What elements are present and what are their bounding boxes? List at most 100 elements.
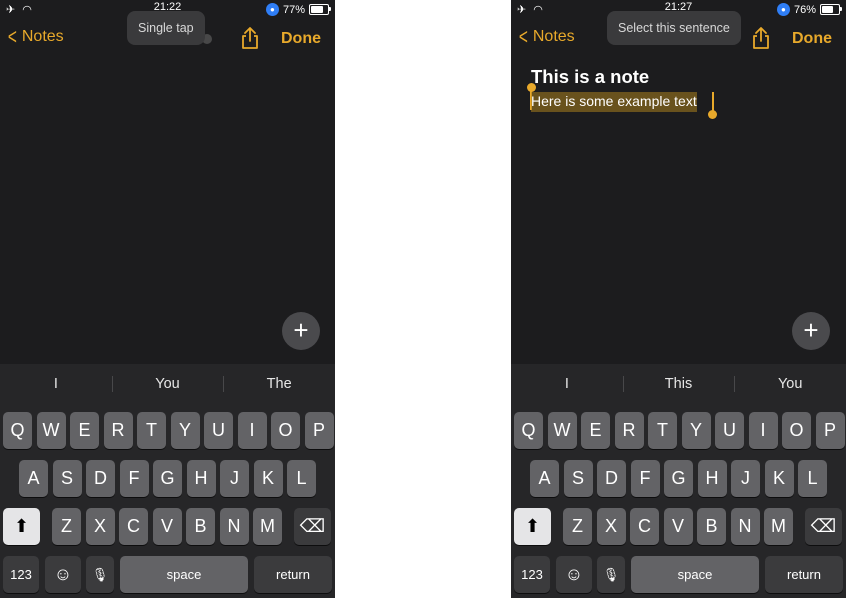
- key-s[interactable]: S: [563, 460, 593, 497]
- key-u[interactable]: U: [715, 412, 744, 449]
- space-key[interactable]: space: [631, 556, 759, 593]
- done-button[interactable]: Done: [281, 30, 321, 48]
- key-n[interactable]: N: [730, 508, 760, 545]
- suggestion[interactable]: I: [511, 372, 623, 396]
- mic-key[interactable]: 🎙: [86, 556, 114, 593]
- selection-end-handle[interactable]: [707, 110, 717, 119]
- key-o[interactable]: O: [782, 412, 811, 449]
- share-icon[interactable]: [240, 26, 260, 50]
- battery-percent: 76%: [793, 3, 816, 16]
- key-h[interactable]: H: [697, 460, 727, 497]
- done-button[interactable]: Done: [792, 30, 832, 48]
- phone-screen-left: ✈ ◠ 21:22 ● 77% < Notes Done Single tap …: [0, 0, 335, 598]
- key-d[interactable]: D: [86, 460, 115, 497]
- space-key[interactable]: space: [120, 556, 248, 593]
- numbers-key[interactable]: 123: [3, 556, 39, 593]
- return-key[interactable]: return: [765, 556, 843, 593]
- shift-key[interactable]: ⬆: [3, 508, 40, 545]
- key-m[interactable]: M: [764, 508, 793, 545]
- suggestion[interactable]: This: [622, 372, 735, 396]
- key-t[interactable]: T: [137, 412, 166, 449]
- key-v[interactable]: V: [152, 508, 182, 545]
- key-h[interactable]: H: [186, 460, 216, 497]
- suggestion[interactable]: You: [734, 372, 846, 396]
- key-e[interactable]: E: [70, 412, 99, 449]
- delete-icon: ⌫: [810, 516, 837, 536]
- key-n[interactable]: N: [219, 508, 249, 545]
- key-v[interactable]: V: [663, 508, 693, 545]
- key-y[interactable]: Y: [170, 412, 200, 449]
- mic-icon: ●: [776, 3, 790, 16]
- key-l[interactable]: L: [798, 460, 827, 497]
- suggestion[interactable]: I: [0, 372, 112, 396]
- key-f[interactable]: F: [119, 460, 149, 497]
- key-s[interactable]: S: [52, 460, 82, 497]
- back-label: Notes: [21, 28, 64, 45]
- key-i[interactable]: I: [237, 412, 267, 449]
- phone-screen-right: ✈ ◠ 21:27 ● 76% < Notes Done Select this…: [511, 0, 846, 598]
- key-b[interactable]: B: [186, 508, 215, 545]
- key-j[interactable]: J: [220, 460, 249, 497]
- key-k[interactable]: K: [764, 460, 794, 497]
- key-q[interactable]: Q: [514, 412, 543, 449]
- key-y[interactable]: Y: [681, 412, 711, 449]
- battery-percent: 77%: [282, 3, 305, 16]
- note-title[interactable]: This is a note: [531, 66, 649, 88]
- shift-icon: ⬆: [524, 516, 541, 536]
- delete-key[interactable]: ⌫: [805, 508, 842, 545]
- key-x[interactable]: X: [596, 508, 626, 545]
- emoji-key[interactable]: ☺: [556, 556, 592, 593]
- key-p[interactable]: P: [815, 412, 845, 449]
- key-u[interactable]: U: [204, 412, 233, 449]
- chevron-left-icon: <: [518, 24, 528, 49]
- mic-key[interactable]: 🎙: [597, 556, 625, 593]
- emoji-key[interactable]: ☺: [45, 556, 81, 593]
- key-a[interactable]: A: [19, 460, 48, 497]
- key-l[interactable]: L: [287, 460, 316, 497]
- key-w[interactable]: W: [547, 412, 577, 449]
- battery-icon: [820, 4, 842, 15]
- mic-icon: ●: [265, 3, 279, 16]
- key-g[interactable]: G: [153, 460, 182, 497]
- suggestion-bar: I This You: [511, 372, 846, 396]
- key-j[interactable]: J: [731, 460, 760, 497]
- key-b[interactable]: B: [697, 508, 726, 545]
- selection-start-handle[interactable]: [526, 83, 536, 92]
- add-button[interactable]: +: [282, 312, 320, 350]
- suggestion[interactable]: You: [111, 372, 224, 396]
- key-g[interactable]: G: [664, 460, 693, 497]
- delete-key[interactable]: ⌫: [294, 508, 331, 545]
- key-i[interactable]: I: [748, 412, 778, 449]
- share-icon[interactable]: [751, 26, 771, 50]
- key-c[interactable]: C: [119, 508, 148, 545]
- key-a[interactable]: A: [530, 460, 559, 497]
- return-key[interactable]: return: [254, 556, 332, 593]
- key-z[interactable]: Z: [563, 508, 592, 545]
- battery-fill: [822, 6, 833, 13]
- key-z[interactable]: Z: [52, 508, 81, 545]
- key-o[interactable]: O: [271, 412, 300, 449]
- emoji-icon: ☺: [53, 564, 73, 584]
- key-f[interactable]: F: [630, 460, 660, 497]
- key-p[interactable]: P: [304, 412, 334, 449]
- key-r[interactable]: R: [614, 412, 644, 449]
- key-e[interactable]: E: [581, 412, 610, 449]
- key-t[interactable]: T: [648, 412, 677, 449]
- back-button[interactable]: < Notes: [517, 24, 575, 49]
- key-x[interactable]: X: [85, 508, 115, 545]
- key-w[interactable]: W: [36, 412, 66, 449]
- key-m[interactable]: M: [253, 508, 282, 545]
- key-r[interactable]: R: [103, 412, 133, 449]
- note-body[interactable]: Here is some example text: [531, 92, 697, 112]
- back-button[interactable]: < Notes: [6, 26, 64, 48]
- keyboard: I This You Q W E R T Y U I O P A S D F G H J K L ⬆ Z X C V B N M ⌫ 1…: [511, 364, 846, 598]
- add-button[interactable]: +: [792, 312, 830, 350]
- mic-icon: 🎙: [91, 567, 109, 582]
- key-d[interactable]: D: [597, 460, 626, 497]
- shift-key[interactable]: ⬆: [514, 508, 551, 545]
- suggestion[interactable]: The: [223, 372, 335, 396]
- key-c[interactable]: C: [630, 508, 659, 545]
- key-k[interactable]: K: [253, 460, 283, 497]
- numbers-key[interactable]: 123: [514, 556, 550, 593]
- key-q[interactable]: Q: [3, 412, 32, 449]
